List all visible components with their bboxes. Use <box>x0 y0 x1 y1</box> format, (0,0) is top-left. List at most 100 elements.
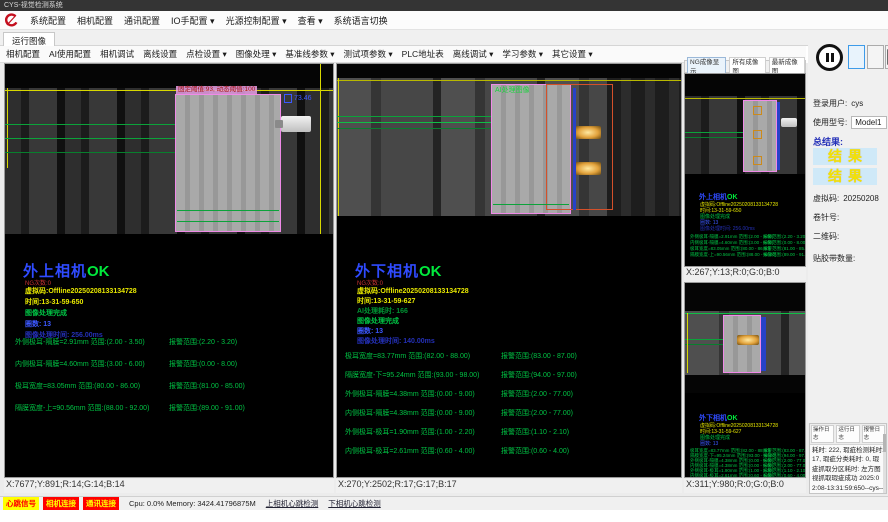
left-process-done: 图像处理完成 <box>25 308 67 318</box>
log-tab-strip: 操作日志 运行日志 报警日志 <box>810 424 886 445</box>
preview-bottom-loop: 圈数: 13 <box>700 440 718 447</box>
mid-ai-rect <box>546 84 613 210</box>
preview-top-image[interactable] <box>685 74 805 174</box>
preview-top-result: OK <box>727 194 738 201</box>
mid-edge-yellow-line <box>338 78 339 216</box>
mid-tab-highlight-2 <box>575 162 601 175</box>
mid-blue-edge-line <box>573 88 576 210</box>
preview-bottom-panel[interactable]: 外下相机OK 虚拟码:Offline20250208133134728 时间:1… <box>684 282 806 478</box>
tool-offline-setting[interactable]: 离线设置 <box>143 48 177 60</box>
left-measure-row: 隔膜宽度-上=90.56mm 范围:(88.00 - 92.00) 报警范围:(… <box>15 403 333 413</box>
mid-barcode: 虚拟码:Offline20250208133134728 <box>357 286 469 296</box>
left-blue-marker <box>284 94 292 103</box>
mid-measure-row: 外侧极耳-极耳=1.90mm 范围:(1.00 - 2.20) 报警范围:(1.… <box>345 427 679 437</box>
left-machine-texture <box>5 88 333 234</box>
mid-measure-row: 隔膜宽度-下=95.24mm 范围:(93.00 - 98.00) 报警范围:(… <box>345 370 679 380</box>
preview-bottom-image[interactable] <box>685 283 805 393</box>
preview-top-yellow-line <box>685 98 805 99</box>
preview-bottom-camera-name: 外下相机 <box>699 415 727 422</box>
log-tab-operation[interactable]: 操作日志 <box>811 425 834 443</box>
log-scrollbar[interactable] <box>883 434 886 494</box>
mid-green-line-4 <box>493 204 569 205</box>
result-block-bottom: 结果 <box>813 168 877 185</box>
login-user-row: 登录用户:cys <box>813 98 863 109</box>
left-loop-count: 圈数: 13 <box>25 319 51 329</box>
virtual-code-value: 20250208 <box>843 194 879 203</box>
mid-measure-row: 内侧极耳-隔膜=4.38mm 范围:(0.00 - 9.00) 报警范围:(2.… <box>345 408 679 418</box>
tool-testitem-params[interactable]: 测试项参数 ▾ <box>344 48 393 60</box>
mid-row-5-text: 内侧极耳-极耳=2.61mm 范围:(0.60 - 4.00) <box>345 448 475 455</box>
control-panel: 登录用户:cys 使用型号:Model1 总结果: 结果 结果 虚拟码:2025… <box>808 40 888 423</box>
log-tab-run[interactable]: 运行日志 <box>836 425 859 443</box>
total-result-label: 总结果: <box>813 135 843 148</box>
model-value[interactable]: Model1 <box>851 116 887 129</box>
tool-image-process[interactable]: 图像处理 ▾ <box>236 48 277 60</box>
upper-camera-heartbeat-link[interactable]: 上相机心跳检测 <box>266 498 319 509</box>
mid-cursor-readout: X:270;Y:2502;R:17;G:17;B:17 <box>336 479 682 493</box>
preview-tab-strip: NG成像显示 所有成像图 最新成像图 <box>684 60 806 73</box>
mid-camera-image[interactable]: AI处理图像 <box>337 64 681 216</box>
tool-plc-address[interactable]: PLC地址表 <box>402 48 444 60</box>
virtual-code-label: 虚拟码: <box>813 194 839 203</box>
tool-camera-config[interactable]: 相机配置 <box>6 48 40 60</box>
lower-camera-heartbeat-link[interactable]: 下相机心跳检测 <box>328 498 381 509</box>
app-logo-icon <box>4 13 19 28</box>
left-row-0-text: 外侧极耳-隔膜=2.91mm 范围:(2.00 - 3.50) <box>15 339 145 346</box>
menu-view[interactable]: 查看 ▾ <box>298 14 323 27</box>
left-measure-row: 极耳宽度=83.05mm 范围:(80.00 - 86.00) 报警范围:(81… <box>15 381 333 391</box>
tool-offline-debug[interactable]: 离线调试 ▾ <box>453 48 494 60</box>
preview-top-connector <box>781 118 797 127</box>
user-login-button[interactable] <box>848 45 865 69</box>
left-barcode: 虚拟码:Offline20250208133134728 <box>25 286 137 296</box>
left-row-3-alarm: 报警范围:(89.00 - 91.00) <box>169 403 245 413</box>
left-camera-image[interactable]: 固定阈值:93, 动态阈值:100 73.46 <box>5 64 333 234</box>
mid-measure-row: 内侧极耳-极耳=2.61mm 范围:(0.60 - 4.00) 报警范围:(0.… <box>345 446 679 456</box>
tool-baseline-params[interactable]: 基准线参数 ▾ <box>285 48 334 60</box>
mid-measure-row: 外侧极耳-隔膜=4.38mm 范围:(0.00 - 9.00) 报警范围:(2.… <box>345 389 679 399</box>
tool-ai-usage-config[interactable]: AI使用配置 <box>49 48 91 60</box>
left-connector-tip <box>275 120 283 128</box>
preview-top-panel[interactable]: 外上相机OK 虚拟码:Offline20250208133134728 时间:1… <box>684 73 806 267</box>
tool-spotcheck-setting[interactable]: 点检设置 ▾ <box>186 48 227 60</box>
mid-camera-panel[interactable]: AI处理图像 外下相机OK NG次数:0 虚拟码:Offline20250208… <box>336 63 682 478</box>
tool-other-setting[interactable]: 其它设置 ▾ <box>552 48 593 60</box>
left-roi-rect <box>175 94 281 232</box>
pause-button[interactable] <box>816 44 843 71</box>
tool-camera-debug[interactable]: 相机调试 <box>100 48 134 60</box>
preview-top-mark-2 <box>753 130 762 139</box>
mid-tab-highlight-1 <box>575 126 601 139</box>
menu-language-switch[interactable]: 系统语言切换 <box>334 14 388 27</box>
left-row-0-alarm: 报警范围:(2.20 - 3.20) <box>169 337 237 347</box>
menu-light-config[interactable]: 光源控制配置 ▾ <box>226 14 287 27</box>
menu-bar: 系统配置 相机配置 通讯配置 IO手配置 ▾ 光源控制配置 ▾ 查看 ▾ 系统语… <box>0 11 888 30</box>
left-threshold-overlay: 固定阈值:93, 动态阈值:100 <box>176 86 257 94</box>
needle-number-label: 卷针号: <box>813 212 839 223</box>
model-label: 使用型号: <box>813 118 847 127</box>
preview-top-blue-line <box>777 102 780 170</box>
menu-io-config[interactable]: IO手配置 ▾ <box>171 14 215 27</box>
mid-camera-result: OK <box>419 263 442 280</box>
left-camera-panel[interactable]: 固定阈值:93, 动态阈值:100 73.46 外上相机OK NG次数:0 虚拟… <box>4 63 334 478</box>
tab-run-image[interactable]: 运行图像 <box>3 32 55 46</box>
left-green-line-5 <box>177 221 279 222</box>
left-camera-result: OK <box>87 263 110 280</box>
menu-comm-config[interactable]: 通讯配置 <box>124 14 160 27</box>
left-cursor-readout: X:7677;Y:891;R:14;G:14;B:14 <box>4 479 334 493</box>
log-panel[interactable]: 操作日志 运行日志 报警日志 耗时: 222, 瑕疵检测耗时: 17, 瑕疵分类… <box>809 423 887 494</box>
login-user-label: 登录用户: <box>813 99 847 108</box>
menu-system-config[interactable]: 系统配置 <box>30 14 66 27</box>
preview-bottom-blue-line <box>761 317 766 371</box>
left-row-1-alarm: 报警范围:(0.00 - 8.00) <box>169 359 237 369</box>
log-tab-alarm[interactable]: 报警日志 <box>862 425 885 443</box>
mid-row-0-text: 极耳宽度=83.77mm 范围:(82.00 - 88.00) <box>345 353 470 360</box>
left-yellow-guideline <box>5 90 333 91</box>
user-manage-button[interactable] <box>867 45 884 69</box>
left-green-line-4 <box>177 210 279 211</box>
mid-row-1-text: 隔膜宽度-下=95.24mm 范围:(93.00 - 98.00) <box>345 372 479 379</box>
tab-strip: 运行图像 <box>0 30 888 46</box>
cpu-memory-readout: Cpu: 0.0% Memory: 3424.41796875M <box>129 499 256 508</box>
preview-bottom-result: OK <box>727 415 738 422</box>
tool-learn-params[interactable]: 学习参数 ▾ <box>502 48 543 60</box>
left-right-yellow-line <box>320 64 321 234</box>
menu-camera-config[interactable]: 相机配置 <box>77 14 113 27</box>
